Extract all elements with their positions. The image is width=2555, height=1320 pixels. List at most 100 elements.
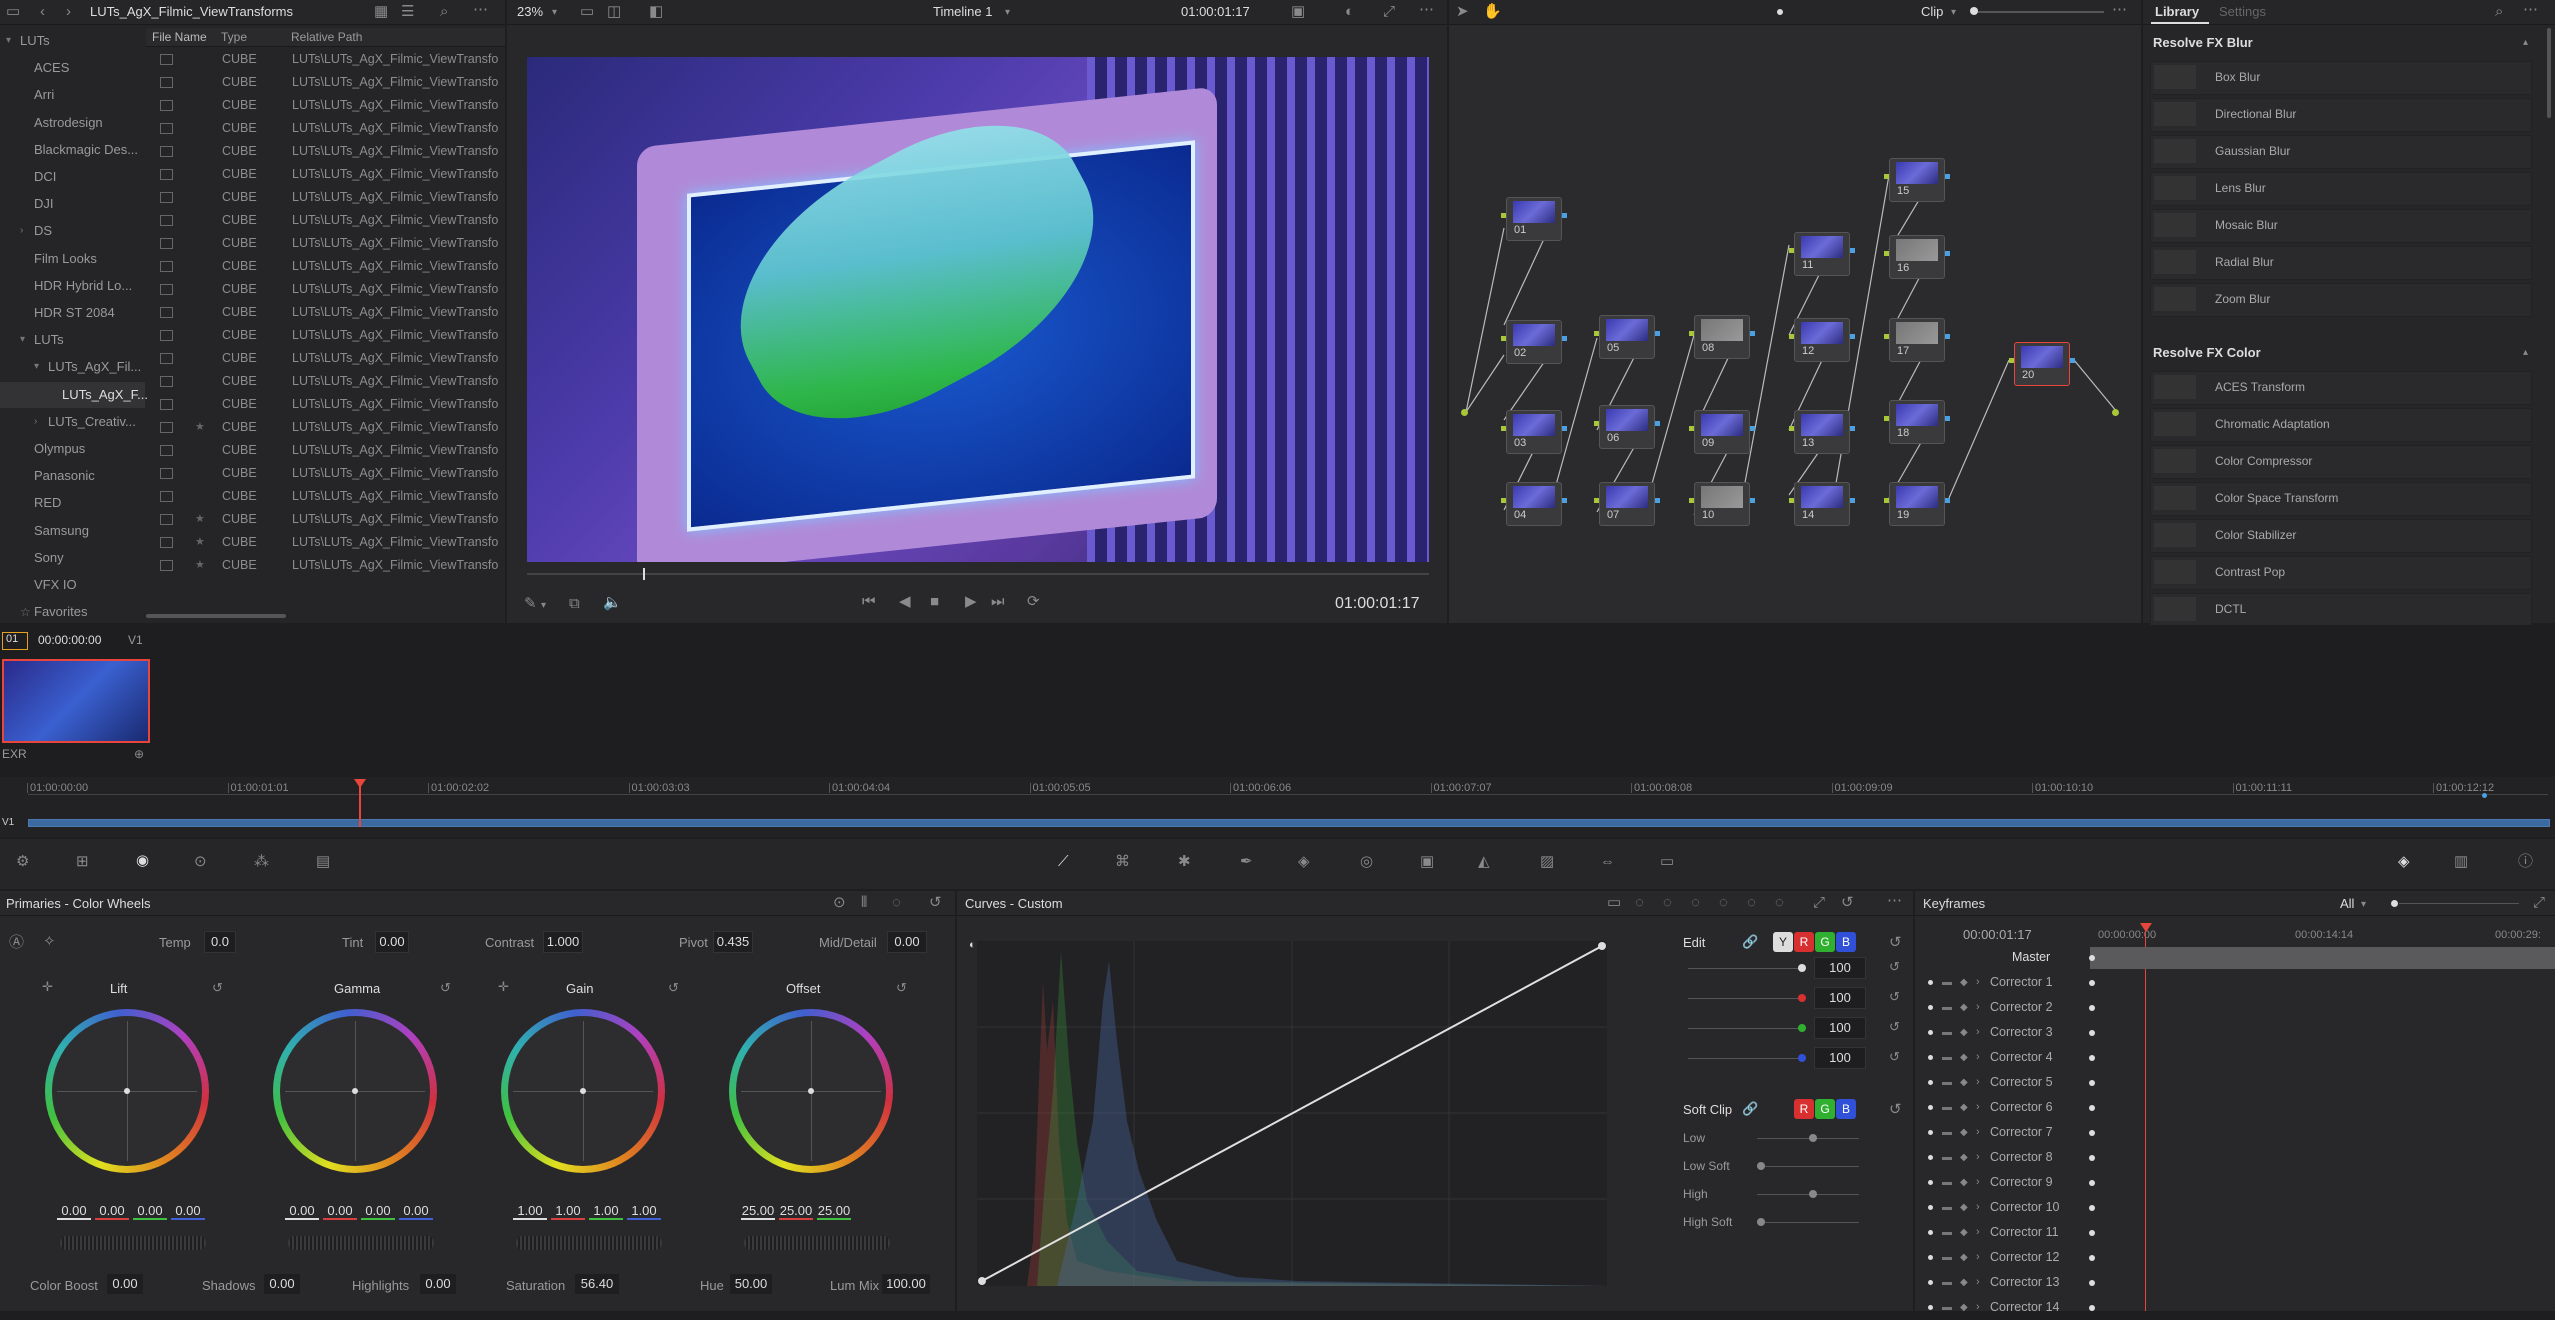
keyframe-row[interactable]: Master xyxy=(1920,945,2080,970)
hdr-wheels-icon[interactable]: ⊙ xyxy=(194,854,207,870)
enable-dot[interactable] xyxy=(1928,1180,1933,1185)
chevron-up-icon[interactable]: ▴ xyxy=(2523,35,2528,51)
output[interactable] xyxy=(2112,409,2119,416)
node-input[interactable] xyxy=(1594,331,1599,336)
wheel-value[interactable]: 25.00 xyxy=(817,1203,851,1220)
node-input[interactable] xyxy=(1501,213,1506,218)
lock-icon[interactable]: ▬ xyxy=(1942,970,1952,995)
soft-clip-knob[interactable] xyxy=(1757,1162,1765,1170)
library-item[interactable]: Color Stabilizer xyxy=(2150,519,2532,553)
node-08[interactable]: 08 xyxy=(1689,315,1755,359)
lock-icon[interactable]: ▬ xyxy=(1942,1245,1952,1270)
library-item[interactable]: Zoom Blur xyxy=(2150,283,2532,317)
rgb-mixer-icon[interactable]: ⁂ xyxy=(254,854,269,870)
motion-effects-icon[interactable]: ▤ xyxy=(316,854,330,870)
chevron-right-icon[interactable]: › xyxy=(1976,1070,1980,1095)
lock-icon[interactable]: ▬ xyxy=(1942,1220,1952,1245)
wheel-value[interactable]: 25.00 xyxy=(779,1203,813,1220)
enable-dot[interactable] xyxy=(1928,1205,1933,1210)
node-output[interactable] xyxy=(1655,498,1660,503)
wheel-value[interactable]: 1.00 xyxy=(627,1203,661,1220)
keyframe-row[interactable]: ▬ ◆ › Corrector 9 xyxy=(1920,1170,2080,1195)
node-output[interactable] xyxy=(1750,498,1755,503)
reset-icon[interactable]: ↺ xyxy=(440,980,451,996)
chevron-right-icon[interactable]: › xyxy=(1976,995,1980,1020)
more-icon[interactable]: ⋯ xyxy=(473,2,488,18)
keyframe-diamond-icon[interactable]: ◆ xyxy=(1960,1070,1968,1095)
offset-wheel[interactable] xyxy=(729,1009,893,1173)
enable-dot[interactable] xyxy=(1928,1280,1933,1285)
camera-raw-icon[interactable]: ⚙ xyxy=(16,854,29,870)
tab-library[interactable]: Library xyxy=(2155,4,2199,19)
node-input[interactable] xyxy=(1501,426,1506,431)
file-row[interactable]: CUBE LUTs\LUTs_AgX_Filmic_ViewTransfo xyxy=(150,324,505,347)
keyframe-row[interactable]: ▬ ◆ › Corrector 1 xyxy=(1920,970,2080,995)
enable-dot[interactable] xyxy=(1928,1155,1933,1160)
wheel-value[interactable]: 1.00 xyxy=(589,1203,623,1220)
keyframe-row[interactable]: ▬ ◆ › Corrector 8 xyxy=(1920,1145,2080,1170)
node-19[interactable]: 19 xyxy=(1884,482,1950,526)
library-item[interactable]: Color Compressor xyxy=(2150,445,2532,479)
keyframe-dot[interactable] xyxy=(2089,1055,2095,1061)
file-row[interactable]: CUBE LUTs\LUTs_AgX_Filmic_ViewTransfo xyxy=(150,186,505,209)
source-input[interactable] xyxy=(1461,409,1468,416)
node-input[interactable] xyxy=(1789,498,1794,503)
file-row[interactable]: CUBE LUTs\LUTs_AgX_Filmic_ViewTransfo xyxy=(150,255,505,278)
wheel-value[interactable]: 25.00 xyxy=(741,1203,775,1220)
lightbox-icon[interactable]: ◈ xyxy=(2398,854,2410,870)
qualifier-icon[interactable]: ✱ xyxy=(1178,854,1191,870)
viewer-image[interactable] xyxy=(527,57,1429,562)
file-row[interactable]: CUBE LUTs\LUTs_AgX_Filmic_ViewTransfo xyxy=(150,71,505,94)
enable-dot[interactable] xyxy=(1928,1230,1933,1235)
file-row[interactable]: CUBE LUTs\LUTs_AgX_Filmic_ViewTransfo xyxy=(150,485,505,508)
keyframe-row[interactable]: ▬ ◆ › Corrector 2 xyxy=(1920,995,2080,1020)
node-output[interactable] xyxy=(1850,426,1855,431)
node-output[interactable] xyxy=(1945,174,1950,179)
node-05[interactable]: 05 xyxy=(1594,315,1660,359)
wheel-value[interactable]: 0.00 xyxy=(171,1203,205,1220)
reset-icon[interactable]: ↺ xyxy=(212,980,223,996)
soft-clip-slider[interactable] xyxy=(1757,1138,1859,1139)
file-row[interactable]: CUBE LUTs\LUTs_AgX_Filmic_ViewTransfo xyxy=(150,301,505,324)
node-output[interactable] xyxy=(1850,498,1855,503)
skip-start-icon[interactable]: ⏮ xyxy=(862,594,876,610)
node-20[interactable]: 20 xyxy=(2009,342,2075,386)
node-output[interactable] xyxy=(1750,426,1755,431)
keyframes-playhead-head[interactable] xyxy=(2140,923,2152,932)
chevron-down-icon[interactable]: ▾ xyxy=(1005,5,1010,21)
library-group-title[interactable]: Resolve FX Color xyxy=(2153,345,2261,360)
node-output[interactable] xyxy=(1562,498,1567,503)
keyframe-diamond-icon[interactable]: ◆ xyxy=(1960,1045,1968,1070)
sizing-icon[interactable]: ⇔ xyxy=(1600,854,1615,870)
node-input[interactable] xyxy=(1689,331,1694,336)
saturation-field[interactable]: 56.40 xyxy=(575,1274,619,1294)
wheel-value[interactable]: 0.00 xyxy=(95,1203,129,1220)
scrub-handle[interactable] xyxy=(643,568,645,580)
reset-icon[interactable]: ↺ xyxy=(668,980,679,996)
node-input[interactable] xyxy=(1594,498,1599,503)
col-type[interactable]: Type xyxy=(221,30,247,44)
file-row[interactable]: ★ CUBE LUTs\LUTs_AgX_Filmic_ViewTransfo xyxy=(150,554,505,577)
step-back-icon[interactable]: ◀ xyxy=(899,594,911,610)
file-row[interactable]: CUBE LUTs\LUTs_AgX_Filmic_ViewTransfo xyxy=(150,48,505,71)
node-07[interactable]: 07 xyxy=(1594,482,1660,526)
wheel-value[interactable]: 0.00 xyxy=(399,1203,433,1220)
keyframe-dot[interactable] xyxy=(2089,1080,2095,1086)
keyframe-dot[interactable] xyxy=(2089,1180,2095,1186)
loop-icon[interactable]: ⟳ xyxy=(1027,594,1040,610)
scrub-bar[interactable] xyxy=(527,573,1429,575)
star-icon[interactable]: ★ xyxy=(195,554,205,577)
compare-view-icon[interactable]: ◧ xyxy=(649,4,663,20)
search-icon[interactable]: ⌕ xyxy=(2495,4,2503,20)
keyframe-dot[interactable] xyxy=(2089,980,2095,986)
node-output[interactable] xyxy=(1850,248,1855,253)
chevron-right-icon[interactable]: › xyxy=(1976,1245,1980,1270)
more-icon[interactable]: ⋯ xyxy=(2523,2,2538,18)
chevron-right-icon[interactable]: › xyxy=(1976,1170,1980,1195)
node-input[interactable] xyxy=(1789,426,1794,431)
lock-icon[interactable]: ▬ xyxy=(1942,1170,1952,1195)
keyframe-dot[interactable] xyxy=(2089,1230,2095,1236)
library-item[interactable]: Gaussian Blur xyxy=(2150,135,2532,169)
lock-icon[interactable]: ▬ xyxy=(1942,995,1952,1020)
list-view-icon[interactable]: ☰ xyxy=(401,4,414,20)
